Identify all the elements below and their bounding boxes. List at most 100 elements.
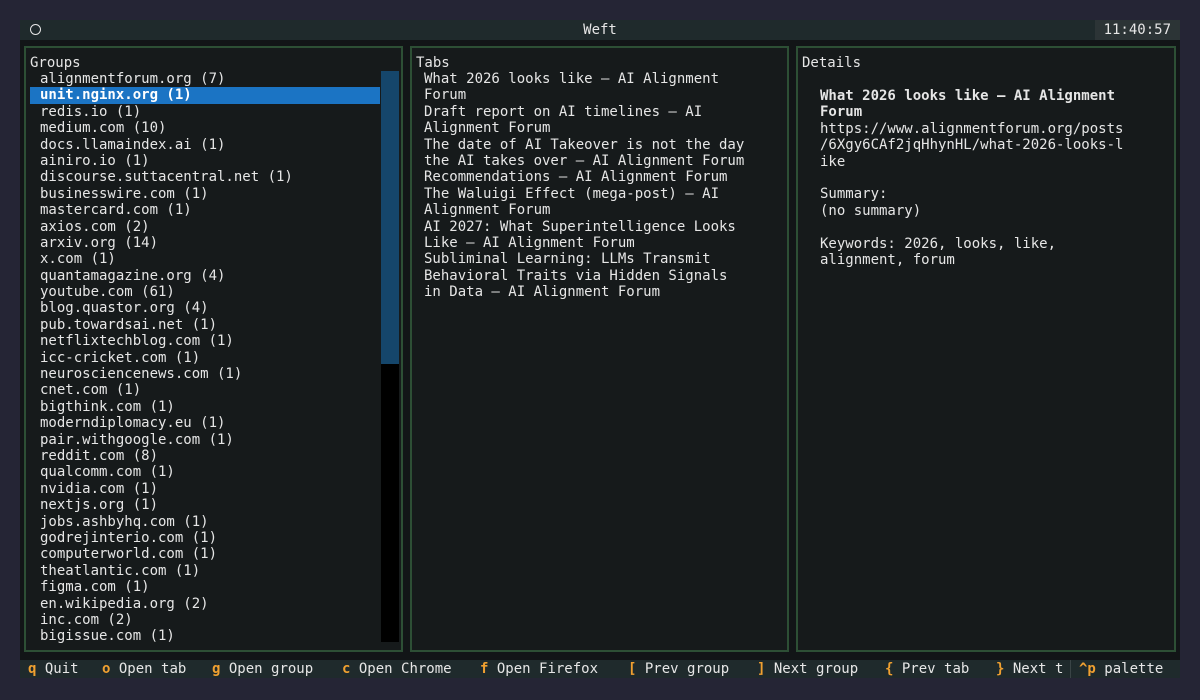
tab-item-line[interactable]: Behavioral Traits via Hidden Signals <box>414 268 784 284</box>
group-item[interactable]: jobs.ashbyhq.com (1) <box>30 514 380 530</box>
tab-item-line[interactable]: Alignment Forum <box>414 202 784 218</box>
group-item[interactable]: netflixtechblog.com (1) <box>30 333 380 349</box>
tab-item-line[interactable]: Like — AI Alignment Forum <box>414 235 784 251</box>
tab-item-line[interactable]: What 2026 looks like — AI Alignment <box>414 71 784 87</box>
group-item[interactable]: redis.io (1) <box>30 104 380 120</box>
group-item[interactable]: ainiro.io (1) <box>30 153 380 169</box>
shortcut-label: Open Chrome <box>358 661 452 677</box>
next-group-shortcut[interactable]: ] Next group <box>757 660 858 678</box>
group-item[interactable]: alignmentforum.org (7) <box>30 71 380 87</box>
group-item[interactable]: bigissue.com (1) <box>30 628 380 644</box>
group-item[interactable]: docs.llamaindex.ai (1) <box>30 137 380 153</box>
group-item[interactable]: figma.com (1) <box>30 579 380 595</box>
shortcut-key: o <box>102 661 111 677</box>
group-item[interactable]: medium.com (10) <box>30 120 380 136</box>
group-item[interactable]: bigthink.com (1) <box>30 399 380 415</box>
shortcut-label: Prev group <box>644 661 730 677</box>
open-chrome-shortcut[interactable]: c Open Chrome <box>342 660 452 678</box>
tab-item-line[interactable]: the AI takes over — AI Alignment Forum <box>414 153 784 169</box>
shortcut-key: [ <box>628 661 637 677</box>
group-item[interactable]: pair.withgoogle.com (1) <box>30 432 380 448</box>
shortcut-label: Next group <box>773 661 859 677</box>
groups-list: alignmentforum.org (7) unit.nginx.org (1)… <box>30 71 380 645</box>
shortcut-key: c <box>342 661 351 677</box>
tab-item-line[interactable]: Subliminal Learning: LLMs Transmit <box>414 251 784 267</box>
shortcut-key: q <box>28 661 37 677</box>
shortcut-key: ] <box>757 661 766 677</box>
prev-tab-shortcut[interactable]: { Prev tab <box>885 660 969 678</box>
group-item[interactable]: unit.nginx.org (1) <box>30 87 380 104</box>
title-bar: Weft 11:40:57 <box>20 20 1180 40</box>
tab-item-line[interactable]: AI 2027: What Superintelligence Looks <box>414 219 784 235</box>
shortcut-label: Next t <box>1012 661 1064 677</box>
group-item[interactable]: blog.quastor.org (4) <box>30 300 380 316</box>
shortcut-key: } <box>996 661 1005 677</box>
details-url-line: ike <box>820 153 846 170</box>
open-group-shortcut[interactable]: g Open group <box>212 660 313 678</box>
shortcut-key: { <box>885 661 894 677</box>
group-item[interactable]: neurosciencenews.com (1) <box>30 366 380 382</box>
group-item[interactable]: businesswire.com (1) <box>30 186 380 202</box>
tab-item-line[interactable]: Alignment Forum <box>414 120 784 136</box>
group-item[interactable]: icc-cricket.com (1) <box>30 350 380 366</box>
shortcut-label: palette <box>1104 661 1164 677</box>
group-item[interactable]: nextjs.org (1) <box>30 497 380 513</box>
shortcut-label: Open tab <box>118 661 187 677</box>
tab-item-line[interactable]: The date of AI Takeover is not the day <box>414 137 784 153</box>
quit-shortcut[interactable]: q Quit <box>28 660 79 678</box>
groups-panel-title: Groups <box>30 55 81 71</box>
tab-item-line[interactable]: Draft report on AI timelines — AI <box>414 104 784 120</box>
group-item[interactable]: godrejinterio.com (1) <box>30 530 380 546</box>
status-bar: q Quit o Open tab g Open group c Open Ch… <box>20 660 1180 678</box>
group-item[interactable]: nvidia.com (1) <box>30 481 380 497</box>
groups-scrollbar-thumb[interactable] <box>381 71 399 364</box>
group-item[interactable]: x.com (1) <box>30 251 380 267</box>
summary-value: (no summary) <box>820 202 922 219</box>
tab-item-line[interactable]: Recommendations — AI Alignment Forum <box>414 169 784 185</box>
open-firefox-shortcut[interactable]: f Open Firefox <box>480 660 598 678</box>
app-title: Weft <box>583 22 617 38</box>
groups-scrollbar[interactable] <box>381 71 399 642</box>
clock: 11:40:57 <box>1094 20 1180 40</box>
group-item[interactable]: theatlantic.com (1) <box>30 563 380 579</box>
keywords-line: alignment, forum <box>820 251 955 268</box>
group-item[interactable]: mastercard.com (1) <box>30 202 380 218</box>
group-item[interactable]: discourse.suttacentral.net (1) <box>30 169 380 185</box>
tab-item-line[interactable]: The Waluigi Effect (mega-post) — AI <box>414 186 784 202</box>
details-heading-line: Forum <box>820 104 863 121</box>
group-item[interactable]: youtube.com (61) <box>30 284 380 300</box>
details-panel-title: Details <box>802 55 862 71</box>
group-item[interactable]: computerworld.com (1) <box>30 546 380 562</box>
group-item[interactable]: inc.com (2) <box>30 612 380 628</box>
terminal-window: Weft 11:40:57 Groups alignmentforum.org … <box>20 20 1180 678</box>
group-item[interactable]: arxiv.org (14) <box>30 235 380 251</box>
tabs-panel-title: Tabs <box>416 55 450 71</box>
summary-label: Summary: <box>820 186 888 203</box>
shortcut-label: Open Firefox <box>496 661 599 677</box>
shortcut-key: g <box>212 661 221 677</box>
open-tab-shortcut[interactable]: o Open tab <box>102 660 186 678</box>
tab-item-line[interactable]: in Data — AI Alignment Forum <box>414 284 784 300</box>
tab-item-line[interactable]: Forum <box>414 87 784 103</box>
next-tab-shortcut[interactable]: } Next t <box>996 660 1063 678</box>
groups-panel: Groups alignmentforum.org (7) unit.nginx.… <box>24 46 403 652</box>
command-palette-shortcut[interactable]: ^p palette <box>1070 660 1180 678</box>
group-item[interactable]: axios.com (2) <box>30 219 380 235</box>
shortcut-key: f <box>480 661 489 677</box>
prev-group-shortcut[interactable]: [ Prev group <box>628 660 729 678</box>
group-item[interactable]: cnet.com (1) <box>30 382 380 398</box>
details-url-line: /6Xgy6CAf2jqHhynHL/what-2026-looks-l <box>820 137 1124 154</box>
details-panel: Details What 2026 looks like — AI Alignm… <box>796 46 1176 652</box>
group-item[interactable]: qualcomm.com (1) <box>30 464 380 480</box>
shortcut-label: Open group <box>228 661 314 677</box>
tabs-list: What 2026 looks like — AI Alignment Forum… <box>414 71 784 300</box>
shortcut-label: Quit <box>44 661 79 677</box>
group-item[interactable]: moderndiplomacy.eu (1) <box>30 415 380 431</box>
details-content: What 2026 looks like — AI Alignment Foru… <box>820 88 1170 268</box>
group-item[interactable]: quantamagazine.org (4) <box>30 268 380 284</box>
group-item[interactable]: en.wikipedia.org (2) <box>30 596 380 612</box>
details-heading-line: What 2026 looks like — AI Alignment <box>820 88 1116 104</box>
tabs-panel: Tabs What 2026 looks like — AI Alignment… <box>410 46 789 652</box>
group-item[interactable]: pub.towardsai.net (1) <box>30 317 380 333</box>
group-item[interactable]: reddit.com (8) <box>30 448 380 464</box>
